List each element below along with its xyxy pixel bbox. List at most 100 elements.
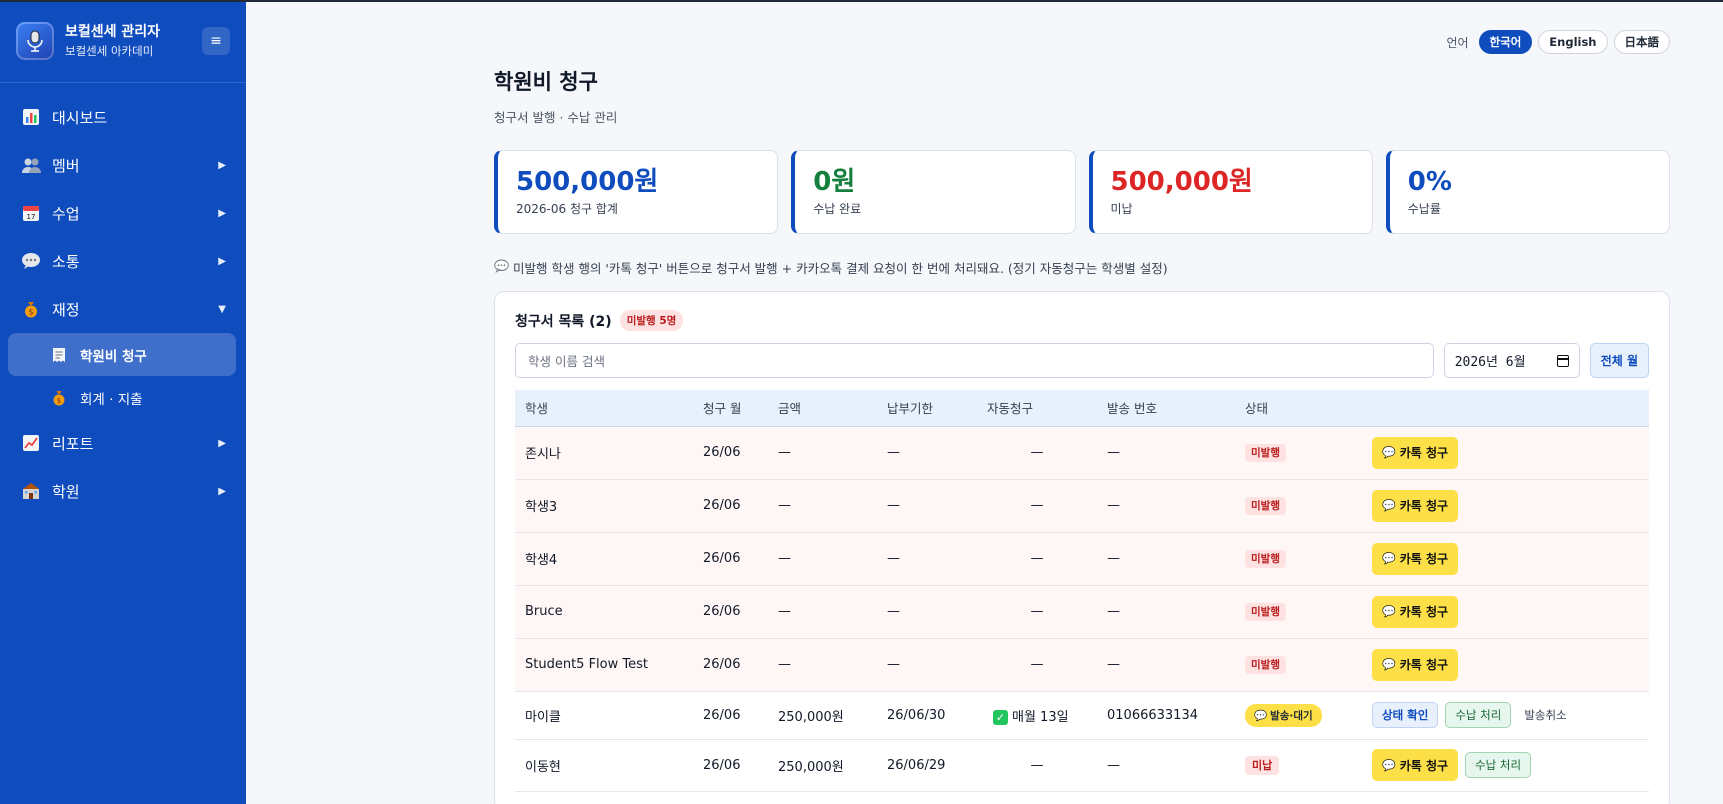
stat-value: 0원 [813, 167, 856, 197]
table-row: 존시나 26/06 — — — — 미발행 💬 카톡 청구 [515, 426, 1649, 480]
cell-auto: — [977, 585, 1097, 639]
cell-actions: 상태 확인 수납 처리 발송취소 [1362, 691, 1649, 740]
kakao-bill-button[interactable]: 💬 카톡 청구 [1372, 542, 1459, 575]
sidebar: 보컬센세 관리자 보컬센세 아카데미 ≡ 대시보드 멤버 ▶ 17 수업 ▶ 소… [0, 0, 246, 804]
cell-phone: — [1097, 426, 1235, 480]
checkmark-icon: ✓ [993, 709, 1008, 725]
mark-paid-button[interactable]: 수납 처리 [1465, 752, 1532, 778]
cell-status: 💬 발송·대기 [1235, 691, 1362, 740]
sidebar-item-communication[interactable]: 소통 ▶ [0, 237, 246, 285]
status-badge: 미발행 [1245, 497, 1286, 515]
column-header-phone: 발송 번호 [1097, 390, 1235, 427]
kakao-bill-button[interactable]: 💬 카톡 청구 [1372, 489, 1459, 522]
stat-card-rate: 0% 수납률 [1385, 150, 1670, 234]
all-months-button[interactable]: 전체 월 [1589, 343, 1649, 378]
lang-english-button[interactable]: English [1538, 30, 1608, 54]
chevron-right-icon: ▶ [218, 255, 226, 267]
cell-auto: — [977, 739, 1097, 792]
cell-student: Student5 Flow Test [515, 638, 693, 692]
status-badge: 미납 [1245, 756, 1280, 775]
student-search-input[interactable]: 학생 이름 검색 [515, 343, 1434, 378]
stat-card-paid: 0원 수납 완료 [791, 150, 1076, 234]
kakao-bill-button[interactable]: 💬 카톡 청구 [1372, 436, 1459, 469]
month-value: 2026년 6월 [1454, 355, 1526, 370]
check-status-button[interactable]: 상태 확인 [1372, 702, 1439, 728]
cell-status: 미발행 [1235, 638, 1362, 692]
cell-due: — [877, 479, 977, 533]
stat-label: 미납 [1110, 202, 1133, 216]
cell-month: 26/06 [693, 585, 768, 639]
table-row: 이동현 26/06 250,000원 26/06/29 — — 미납 💬 카톡 청… [515, 739, 1649, 792]
page-title: 학원비 청구 [494, 70, 598, 94]
stat-card-total: 500,000원 2026-06 청구 합계 [494, 150, 779, 234]
kakao-bill-button[interactable]: 💬 카톡 청구 [1372, 648, 1459, 681]
sidebar-subitem-tuition-billing[interactable]: 학원비 청구 [8, 333, 236, 376]
unissued-count-badge: 미발행 5명 [619, 310, 684, 331]
receipt-icon [50, 347, 68, 363]
kakao-bill-button[interactable]: 💬 카톡 청구 [1372, 595, 1459, 628]
menu-toggle-button[interactable]: ≡ [202, 27, 230, 55]
column-header-status: 상태 [1235, 390, 1362, 427]
cell-phone: 01066633134 [1097, 691, 1235, 740]
svg-text:17: 17 [27, 213, 36, 221]
speech-bubble-icon: 💬 [1382, 499, 1396, 512]
column-header-student: 학생 [515, 390, 693, 427]
sidebar-item-classes[interactable]: 17 수업 ▶ [0, 189, 246, 237]
table-header-row: 학생 청구 월 금액 납부기한 자동청구 발송 번호 상태 [515, 390, 1649, 427]
cell-phone: — [1097, 739, 1235, 792]
cell-month: 26/06 [693, 426, 768, 480]
kakao-bill-label: 카톡 청구 [1399, 446, 1449, 460]
stat-card-unpaid: 500,000원 미납 [1088, 150, 1373, 234]
sidebar-item-label: 멤버 [52, 156, 80, 175]
status-text: 발송·대기 [1270, 709, 1313, 722]
cell-phone: — [1097, 638, 1235, 692]
invoice-table: 학생 청구 월 금액 납부기한 자동청구 발송 번호 상태 존시나 26/06 [515, 390, 1649, 792]
status-badge: 미발행 [1245, 444, 1286, 462]
sidebar-item-finance[interactable]: $ 재정 ▼ [0, 285, 246, 333]
cell-actions: 💬 카톡 청구 수납 처리 [1362, 739, 1649, 792]
speech-bubble-icon: 💬 [1382, 605, 1396, 618]
cell-actions: 💬 카톡 청구 [1362, 426, 1649, 480]
speech-bubble-icon: 💬 [1382, 658, 1396, 671]
sidebar-item-academy[interactable]: 학원 ▶ [0, 467, 246, 515]
hamburger-icon: ≡ [210, 33, 222, 49]
cell-month: 26/06 [693, 739, 768, 792]
sidebar-item-reports[interactable]: 리포트 ▶ [0, 419, 246, 467]
kakao-bill-button[interactable]: 💬 카톡 청구 [1372, 749, 1459, 781]
column-header-amount: 금액 [768, 390, 877, 427]
cell-actions: 💬 카톡 청구 [1362, 585, 1649, 639]
kakao-bill-label: 카톡 청구 [1399, 758, 1449, 773]
cell-auto: — [977, 426, 1097, 480]
sidebar-item-dashboard[interactable]: 대시보드 [0, 93, 246, 141]
cell-amount: — [768, 532, 877, 586]
sidebar-header: 보컬센세 관리자 보컬센세 아카데미 ≡ [0, 0, 246, 83]
chevron-right-icon: ▶ [218, 485, 226, 497]
calendar-icon[interactable] [1556, 354, 1569, 367]
lang-japanese-button[interactable]: 日本語 [1613, 30, 1670, 54]
cell-amount: 250,000원 [768, 691, 877, 740]
column-header-auto: 자동청구 [977, 390, 1097, 427]
brand-title: 보컬센세 관리자 [65, 24, 161, 40]
calendar-icon: 17 [20, 202, 42, 224]
lang-korean-button[interactable]: 한국어 [1478, 30, 1533, 54]
svg-text:$: $ [28, 308, 33, 317]
cell-due: 26/06/30 [877, 691, 977, 740]
column-header-due: 납부기한 [877, 390, 977, 427]
cell-due: 26/06/29 [877, 739, 977, 792]
cell-amount: 250,000원 [768, 739, 877, 792]
stat-label: 수납률 [1407, 202, 1441, 216]
cell-student: 학생4 [515, 532, 693, 586]
sidebar-item-label: 재정 [52, 300, 80, 319]
sidebar-item-members[interactable]: 멤버 ▶ [0, 141, 246, 189]
month-picker[interactable]: 2026년 6월 [1443, 343, 1580, 378]
cancel-send-link[interactable]: 발송취소 [1524, 707, 1566, 723]
sidebar-subitem-label: 회계 · 지출 [80, 391, 143, 408]
kakao-bill-label: 카톡 청구 [1399, 552, 1449, 566]
mark-paid-button[interactable]: 수납 처리 [1445, 702, 1512, 728]
stats-row: 500,000원 2026-06 청구 합계 0원 수납 완료 500,000원… [494, 150, 1670, 234]
sidebar-subitem-accounting[interactable]: $ 회계 · 지출 [8, 376, 236, 419]
main-area: 언어 한국어 English 日本語 학원비 청구 청구서 발행 · 수납 관리… [246, 0, 1723, 804]
status-badge: 미발행 [1245, 603, 1286, 621]
cell-amount: — [768, 426, 877, 480]
sidebar-item-label: 학원 [52, 482, 80, 501]
